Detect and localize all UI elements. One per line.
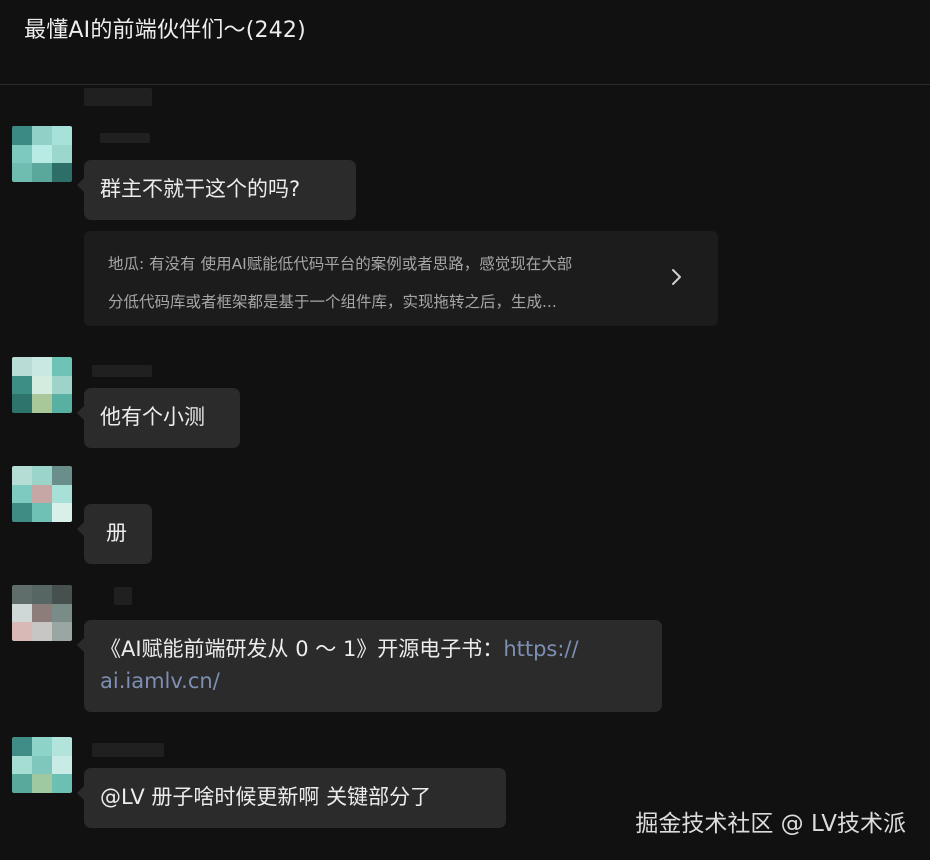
message-bubble[interactable]: 册 bbox=[77, 504, 152, 564]
message-bubble[interactable]: 他有个小测 bbox=[77, 388, 240, 448]
avatar[interactable] bbox=[12, 357, 72, 413]
sender-name bbox=[92, 743, 164, 757]
sender-name bbox=[100, 133, 150, 143]
quote-line: 分低代码库或者框架都是基于一个组件库，实现拖转之后，生成... bbox=[108, 293, 557, 311]
avatar[interactable] bbox=[12, 126, 72, 182]
message-bubble[interactable]: 《AI赋能前端研发从 0 ～ 1》开源电子书：https:// ai.iamlv… bbox=[77, 620, 662, 712]
ebook-link[interactable]: https:// bbox=[503, 637, 578, 661]
message-text: 《AI赋能前端研发从 0 ～ 1》开源电子书： bbox=[100, 637, 504, 661]
sender-name bbox=[114, 587, 132, 605]
message-bubble[interactable]: @LV 册子啥时候更新啊 关键部分了 bbox=[77, 768, 506, 828]
message-text: @LV 册子啥时候更新啊 关键部分了 bbox=[100, 785, 432, 809]
message-text: 他有个小测 bbox=[100, 405, 205, 429]
avatar[interactable] bbox=[12, 585, 72, 641]
message-bubble[interactable]: 群主不就干这个的吗? bbox=[77, 160, 356, 220]
avatar[interactable] bbox=[12, 466, 72, 522]
quoted-message[interactable]: 地瓜: 有没有 使用AI赋能低代码平台的案例或者思路，感觉现在大部 分低代码库或… bbox=[84, 231, 718, 326]
chat-title[interactable]: 最懂AI的前端伙伴们～(242) bbox=[24, 12, 306, 44]
avatar[interactable] bbox=[12, 737, 72, 793]
ebook-link[interactable]: ai.iamlv.cn/ bbox=[100, 665, 646, 697]
chevron-right-icon[interactable] bbox=[666, 267, 686, 287]
sender-name bbox=[84, 88, 152, 106]
sender-name bbox=[92, 365, 152, 377]
message-list[interactable]: 群主不就干这个的吗? 地瓜: 有没有 使用AI赋能低代码平台的案例或者思路，感觉… bbox=[0, 85, 930, 860]
message-text: 册 bbox=[106, 521, 127, 545]
watermark: 掘金技术社区 @ LV技术派 bbox=[635, 811, 906, 837]
message-text: 群主不就干这个的吗? bbox=[100, 177, 301, 201]
chat-header: 最懂AI的前端伙伴们～(242) bbox=[0, 0, 930, 85]
quote-line: 地瓜: 有没有 使用AI赋能低代码平台的案例或者思路，感觉现在大部 bbox=[108, 255, 573, 273]
